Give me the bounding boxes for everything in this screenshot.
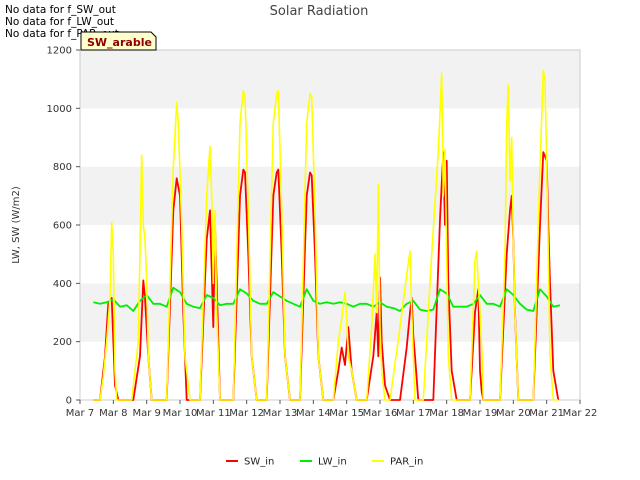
legend-label: SW_in bbox=[244, 457, 274, 468]
x-tick-label: Mar 10 bbox=[163, 408, 198, 419]
x-tick-label: Mar 21 bbox=[529, 408, 564, 419]
x-tick-label: Mar 20 bbox=[496, 408, 531, 419]
site-label-box: SW_arable bbox=[80, 31, 157, 51]
legend-label: PAR_in bbox=[390, 457, 423, 468]
legend: SW_in LW_in PAR_in bbox=[226, 457, 423, 468]
y-tick-label: 1000 bbox=[47, 104, 72, 115]
x-tick-label: Mar 14 bbox=[296, 408, 331, 419]
grid-band bbox=[80, 341, 580, 400]
y-tick-label: 600 bbox=[53, 221, 72, 232]
x-tick-label: Mar 8 bbox=[99, 408, 127, 419]
y-axis-label: LW, SW (W/m2) bbox=[11, 186, 22, 264]
grid-band bbox=[80, 50, 580, 109]
x-tick-label: Mar 18 bbox=[429, 408, 464, 419]
x-tick-label: Mar 12 bbox=[229, 408, 264, 419]
legend-label: LW_in bbox=[318, 457, 347, 468]
x-tick-label: Mar 11 bbox=[196, 408, 231, 419]
solar-radiation-chart: 020040060080010001200Mar 7 Mar 8 Mar 9 Mar … bbox=[11, 4, 598, 468]
x-tick-label: Mar 15 bbox=[329, 408, 364, 419]
x-tick-label: Mar 7 bbox=[66, 408, 94, 419]
y-tick-label: 400 bbox=[53, 279, 72, 290]
y-tick-label: 200 bbox=[53, 337, 72, 348]
x-tick-label: Mar 9 bbox=[132, 408, 160, 419]
x-tick-label: Mar 22 bbox=[563, 408, 598, 419]
x-tick-label: Mar 13 bbox=[263, 408, 298, 419]
y-tick-label: 0 bbox=[66, 396, 72, 407]
y-tick-label: 800 bbox=[53, 162, 72, 173]
y-tick-label: 1200 bbox=[47, 46, 72, 57]
grid-band bbox=[80, 108, 580, 167]
x-tick-label: Mar 17 bbox=[396, 408, 431, 419]
x-tick-label: Mar 19 bbox=[463, 408, 498, 419]
x-tick-label: Mar 16 bbox=[363, 408, 398, 419]
site-label: SW_arable bbox=[87, 36, 152, 49]
chart-title: Solar Radiation bbox=[270, 4, 369, 19]
